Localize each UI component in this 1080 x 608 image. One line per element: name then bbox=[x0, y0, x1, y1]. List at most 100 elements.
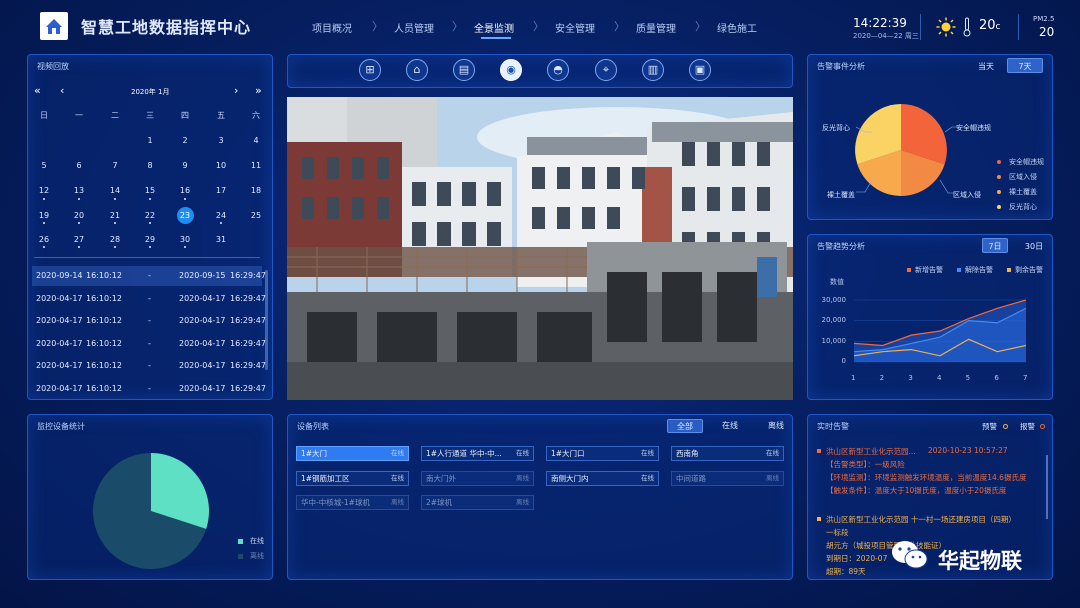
record-end-time[interactable]: 16:29:47 bbox=[230, 361, 266, 370]
nav-panorama[interactable]: 全景监测 bbox=[474, 20, 514, 35]
record-start-date[interactable]: 2020-04-17 bbox=[36, 339, 83, 348]
calendar-day[interactable]: 20 bbox=[69, 211, 89, 220]
nav-safety[interactable]: 安全管理 bbox=[555, 20, 595, 35]
calendar-day[interactable]: 27 bbox=[69, 235, 89, 244]
alarm2-location[interactable]: 洪山区新型工业化示范园 十一村一场还建房项目（四期） bbox=[826, 514, 1016, 525]
device-item[interactable]: 1#大门 在线 bbox=[296, 446, 409, 461]
calendar-day[interactable]: 16 bbox=[175, 186, 195, 195]
calendar-day[interactable]: 28 bbox=[105, 235, 125, 244]
tab-warning[interactable]: 预警 bbox=[982, 421, 997, 432]
calendar-day[interactable]: 17 bbox=[211, 186, 231, 195]
location-icon[interactable]: ⌖ bbox=[595, 59, 617, 81]
calendar-day[interactable]: 7 bbox=[105, 161, 125, 170]
calendar-day[interactable]: 3 bbox=[211, 136, 231, 145]
record-end-date[interactable]: 2020-04-17 bbox=[179, 316, 226, 325]
record-end-time[interactable]: 16:29:47 bbox=[230, 339, 266, 348]
record-end-time[interactable]: 16:29:47 bbox=[230, 271, 266, 280]
gate-icon[interactable]: ▤ bbox=[453, 59, 475, 81]
record-start-date[interactable]: 2020-04-17 bbox=[36, 294, 83, 303]
calendar-day[interactable]: 22 bbox=[140, 211, 160, 220]
calendar-day[interactable]: 24 bbox=[211, 211, 231, 220]
record-start-time[interactable]: 16:10:12 bbox=[86, 316, 122, 325]
device-item[interactable]: 南侧大门内 在线 bbox=[546, 470, 659, 486]
record-sep[interactable]: - bbox=[148, 271, 151, 280]
tab-30d[interactable]: 30日 bbox=[1022, 239, 1046, 254]
calendar-day[interactable]: 26 bbox=[34, 235, 54, 244]
calendar-day[interactable]: 2 bbox=[175, 136, 195, 145]
next-year-icon[interactable]: » bbox=[255, 84, 262, 97]
calendar-day[interactable]: 5 bbox=[34, 161, 54, 170]
device-item[interactable]: 华中-中核城-1#球机 离线 bbox=[296, 495, 409, 510]
record-end-date[interactable]: 2020-04-17 bbox=[179, 384, 226, 393]
device-item[interactable]: 1#钢筋加工区 在线 bbox=[296, 470, 409, 486]
record-end-date[interactable]: 2020-04-17 bbox=[179, 339, 226, 348]
calendar-day[interactable]: 6 bbox=[69, 161, 89, 170]
device-item[interactable]: 中间道路 离线 bbox=[671, 470, 784, 486]
calendar-day[interactable]: 8 bbox=[140, 161, 160, 170]
next-month-icon[interactable]: › bbox=[234, 84, 238, 97]
calendar-day[interactable]: 14 bbox=[105, 186, 125, 195]
calendar-day-selected[interactable]: 23 bbox=[175, 211, 195, 220]
filter-offline[interactable]: 离线 bbox=[762, 419, 790, 433]
record-sep[interactable]: - bbox=[148, 294, 151, 303]
calendar-day[interactable]: 4 bbox=[246, 136, 266, 145]
record-end-date[interactable]: 2020-04-17 bbox=[179, 294, 226, 303]
record-start-date[interactable]: 2020-09-14 bbox=[36, 271, 83, 280]
tab-alarm[interactable]: 报警 bbox=[1020, 421, 1035, 432]
calendar-day[interactable]: 10 bbox=[211, 161, 231, 170]
record-sep[interactable]: - bbox=[148, 339, 151, 348]
device-item[interactable]: 南大门外 离线 bbox=[421, 470, 534, 486]
filter-all[interactable]: 全部 bbox=[667, 419, 703, 433]
record-start-time[interactable]: 16:10:12 bbox=[86, 294, 122, 303]
nav-green[interactable]: 绿色施工 bbox=[717, 20, 757, 35]
video-feed[interactable] bbox=[287, 97, 793, 400]
alarm-scrollbar[interactable] bbox=[1046, 455, 1048, 519]
calendar-day[interactable]: 30 bbox=[175, 235, 195, 244]
crane-icon[interactable]: ⌂ bbox=[406, 59, 428, 81]
record-start-date[interactable]: 2020-04-17 bbox=[36, 361, 83, 370]
nav-personnel[interactable]: 人员管理 bbox=[394, 20, 434, 35]
nav-project-overview[interactable]: 项目概况 bbox=[312, 20, 352, 35]
tab-7days[interactable]: 7天 bbox=[1007, 58, 1043, 73]
calendar-day[interactable]: 25 bbox=[246, 211, 266, 220]
camera-grid-icon[interactable]: ⊞ bbox=[359, 59, 381, 81]
record-start-time[interactable]: 16:10:12 bbox=[86, 271, 122, 280]
record-start-time[interactable]: 16:10:12 bbox=[86, 361, 122, 370]
prev-year-icon[interactable]: « bbox=[34, 84, 41, 97]
filter-online[interactable]: 在线 bbox=[716, 419, 744, 433]
calendar-day[interactable]: 21 bbox=[105, 211, 125, 220]
record-end-date[interactable]: 2020-04-17 bbox=[179, 361, 226, 370]
calendar-day[interactable]: 31 bbox=[211, 235, 231, 244]
screen-icon[interactable]: ▣ bbox=[689, 59, 711, 81]
calendar-day[interactable]: 18 bbox=[246, 186, 266, 195]
device-item[interactable]: 西南角 在线 bbox=[671, 446, 784, 461]
calendar-day[interactable]: 9 bbox=[175, 161, 195, 170]
calendar-day[interactable]: 1 bbox=[140, 136, 160, 145]
building-icon[interactable]: ▥ bbox=[642, 59, 664, 81]
record-start-time[interactable]: 16:10:12 bbox=[86, 339, 122, 348]
tab-7d[interactable]: 7日 bbox=[982, 238, 1008, 253]
record-start-time[interactable]: 16:10:12 bbox=[86, 384, 122, 393]
record-end-time[interactable]: 16:29:47 bbox=[230, 384, 266, 393]
record-end-time[interactable]: 16:29:47 bbox=[230, 316, 266, 325]
alarm1-location[interactable]: 洪山区新型工业化示范园... bbox=[826, 446, 916, 457]
record-start-date[interactable]: 2020-04-17 bbox=[36, 384, 83, 393]
calendar-day[interactable]: 19 bbox=[34, 211, 54, 220]
prev-month-icon[interactable]: ‹ bbox=[60, 84, 64, 97]
device-item[interactable]: 1#大门口 在线 bbox=[546, 446, 659, 461]
calendar-day[interactable]: 12 bbox=[34, 186, 54, 195]
tab-today[interactable]: 当天 bbox=[975, 59, 997, 74]
device-item[interactable]: 1#人行通道 华中-中... 在线 bbox=[421, 446, 534, 461]
calendar-day[interactable]: 15 bbox=[140, 186, 160, 195]
record-end-time[interactable]: 16:29:47 bbox=[230, 294, 266, 303]
calendar-day[interactable]: 11 bbox=[246, 161, 266, 170]
helmet-icon[interactable]: ◓ bbox=[547, 59, 569, 81]
calendar-day[interactable]: 13 bbox=[69, 186, 89, 195]
record-sep[interactable]: - bbox=[148, 361, 151, 370]
record-end-date[interactable]: 2020-09-15 bbox=[179, 271, 226, 280]
device-item[interactable]: 2#球机 离线 bbox=[421, 495, 534, 510]
record-sep[interactable]: - bbox=[148, 384, 151, 393]
nav-quality[interactable]: 质量管理 bbox=[636, 20, 676, 35]
record-start-date[interactable]: 2020-04-17 bbox=[36, 316, 83, 325]
calendar-day[interactable]: 29 bbox=[140, 235, 160, 244]
